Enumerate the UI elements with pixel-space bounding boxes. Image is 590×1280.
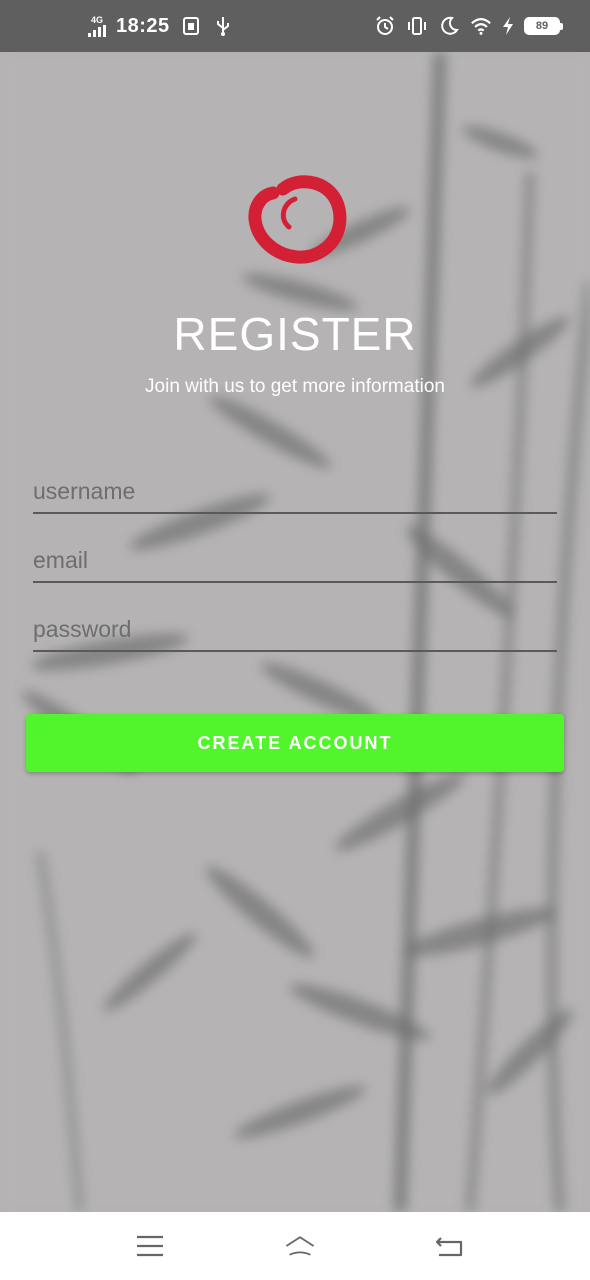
enso-logo	[248, 175, 347, 264]
back-icon[interactable]	[434, 1230, 466, 1262]
status-left: 4G 18:25	[88, 15, 234, 38]
menu-icon[interactable]	[134, 1230, 166, 1262]
status-bar: 4G 18:25 89	[0, 0, 590, 52]
status-right: 89	[374, 15, 563, 37]
wifi-icon	[470, 15, 492, 37]
battery-icon: 89	[524, 17, 563, 35]
moon-icon	[438, 15, 460, 37]
register-screen: REGISTER Join with us to get more inform…	[0, 52, 590, 1212]
network-indicator: 4G	[88, 14, 106, 37]
page-title: REGISTER	[173, 308, 417, 360]
username-input[interactable]	[33, 470, 557, 514]
password-input[interactable]	[33, 608, 557, 652]
navigation-bar	[0, 1212, 590, 1280]
charging-icon	[502, 15, 514, 37]
home-icon[interactable]	[284, 1230, 316, 1262]
vibrate-icon	[406, 15, 428, 37]
email-input[interactable]	[33, 539, 557, 583]
signal-icon	[88, 24, 106, 37]
alarm-icon	[374, 15, 396, 37]
page-subtitle: Join with us to get more information	[145, 376, 445, 397]
network-label: 4G	[90, 14, 103, 25]
create-account-button[interactable]: CREATE ACCOUNT	[26, 714, 564, 772]
usb-icon	[212, 15, 234, 37]
sim-icon	[180, 15, 202, 37]
status-time: 18:25	[116, 14, 170, 37]
